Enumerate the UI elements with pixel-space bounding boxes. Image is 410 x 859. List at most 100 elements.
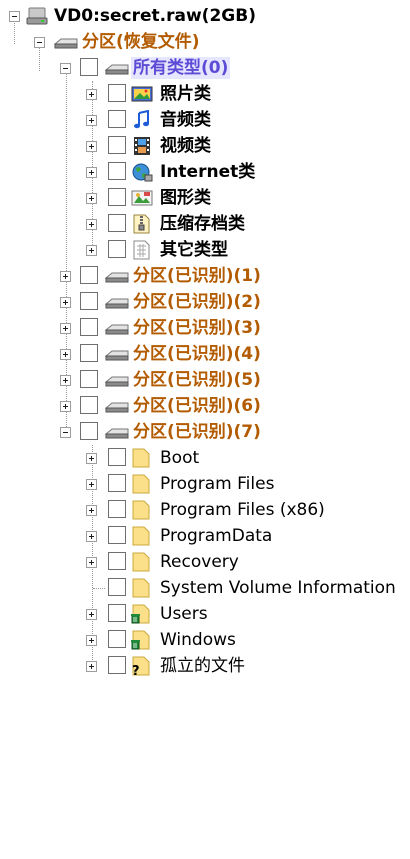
- expand-toggle[interactable]: [60, 297, 71, 308]
- photo-icon: [131, 86, 153, 102]
- expand-toggle[interactable]: [86, 609, 97, 620]
- deleted-folder-icon: [131, 630, 150, 650]
- checkbox[interactable]: [108, 474, 126, 492]
- checkbox[interactable]: [108, 448, 126, 466]
- checkbox[interactable]: [108, 162, 126, 180]
- tree-node-folder-users[interactable]: Users: [0, 601, 410, 627]
- checkbox[interactable]: [80, 422, 98, 440]
- expand-toggle[interactable]: [60, 375, 71, 386]
- checkbox[interactable]: [108, 552, 126, 570]
- tree-node-type-graphics[interactable]: 图形类: [0, 185, 410, 211]
- tree-node-folder-windows[interactable]: Windows: [0, 627, 410, 653]
- expand-toggle[interactable]: [60, 323, 71, 334]
- expand-toggle[interactable]: [86, 245, 97, 256]
- tree-node-folder-boot[interactable]: Boot: [0, 445, 410, 471]
- collapse-toggle[interactable]: [60, 63, 71, 74]
- checkbox[interactable]: [108, 604, 126, 622]
- expand-toggle[interactable]: [86, 89, 97, 100]
- tree-node-label: Program Files (x86): [160, 500, 325, 520]
- tree-node-partition-recovered[interactable]: 分区(恢复文件): [0, 29, 410, 55]
- tree-node-label: 音频类: [160, 110, 211, 130]
- drive-icon: [104, 64, 129, 75]
- tree-node-type-video[interactable]: 视频类: [0, 133, 410, 159]
- expand-toggle[interactable]: [86, 479, 97, 490]
- expand-toggle[interactable]: [86, 557, 97, 568]
- checkbox[interactable]: [108, 240, 126, 258]
- tree-node-partition-4[interactable]: 分区(已识别)(4): [0, 341, 410, 367]
- tree-node-label: Boot: [160, 448, 200, 468]
- tree-node-type-photo[interactable]: 照片类: [0, 81, 410, 107]
- checkbox[interactable]: [80, 344, 98, 362]
- checkbox[interactable]: [108, 630, 126, 648]
- collapse-toggle[interactable]: [34, 37, 45, 48]
- grid-file-icon: [133, 240, 150, 260]
- checkbox[interactable]: [108, 214, 126, 232]
- folder-icon: [132, 474, 150, 494]
- checkbox[interactable]: [108, 110, 126, 128]
- checkbox[interactable]: [80, 370, 98, 388]
- tree-node-all-types[interactable]: 所有类型(0): [0, 55, 410, 81]
- collapse-toggle[interactable]: [60, 427, 71, 438]
- tree-node-partition-6[interactable]: 分区(已识别)(6): [0, 393, 410, 419]
- tree-node-label: 分区(已识别)(6): [133, 396, 261, 416]
- tree-node-label: 视频类: [160, 136, 211, 156]
- tree-node-root[interactable]: VD0:secret.raw(2GB): [0, 3, 410, 29]
- tree-node-type-archive[interactable]: 压缩存档类: [0, 211, 410, 237]
- tree-node-partition-7[interactable]: 分区(已识别)(7): [0, 419, 410, 445]
- tree-node-partition-3[interactable]: 分区(已识别)(3): [0, 315, 410, 341]
- archive-icon: [133, 214, 150, 234]
- expand-toggle[interactable]: [60, 349, 71, 360]
- tree-node-folder-programdata[interactable]: ProgramData: [0, 523, 410, 549]
- tree-node-label: Recovery: [160, 552, 239, 572]
- checkbox[interactable]: [80, 396, 98, 414]
- tree-node-label: Internet类: [160, 162, 256, 182]
- deleted-folder-icon: [131, 604, 150, 624]
- tree-node-folder-recovery[interactable]: Recovery: [0, 549, 410, 575]
- film-icon: [134, 137, 150, 155]
- drive-icon: [104, 428, 129, 439]
- tree-node-folder-system-volume-information[interactable]: System Volume Information: [0, 575, 410, 601]
- expand-toggle[interactable]: [60, 271, 71, 282]
- tree-node-type-internet[interactable]: Internet类: [0, 159, 410, 185]
- tree-node-type-other[interactable]: 其它类型: [0, 237, 410, 263]
- checkbox[interactable]: [108, 188, 126, 206]
- expand-toggle[interactable]: [86, 505, 97, 516]
- expand-toggle[interactable]: [86, 115, 97, 126]
- drive-icon: [104, 350, 129, 361]
- tree-node-label: 其它类型: [160, 240, 228, 260]
- tree-node-folder-program-files-x86[interactable]: Program Files (x86): [0, 497, 410, 523]
- tree-node-folder-program-files[interactable]: Program Files: [0, 471, 410, 497]
- checkbox[interactable]: [108, 578, 126, 596]
- checkbox[interactable]: [108, 656, 126, 674]
- checkbox[interactable]: [80, 266, 98, 284]
- folder-icon: [132, 578, 150, 598]
- tree-node-label: Users: [160, 604, 208, 624]
- expand-toggle[interactable]: [86, 219, 97, 230]
- checkbox[interactable]: [108, 526, 126, 544]
- checkbox[interactable]: [80, 318, 98, 336]
- expand-toggle[interactable]: [86, 193, 97, 204]
- expand-toggle[interactable]: [86, 661, 97, 672]
- checkbox[interactable]: [80, 58, 98, 76]
- tree-node-partition-1[interactable]: 分区(已识别)(1): [0, 263, 410, 289]
- tree-node-type-audio[interactable]: 音频类: [0, 107, 410, 133]
- expand-toggle[interactable]: [86, 141, 97, 152]
- expand-toggle[interactable]: [86, 167, 97, 178]
- unknown-folder-icon: ?: [132, 656, 150, 676]
- tree-node-folder-orphaned-files[interactable]: ? 孤立的文件: [0, 653, 410, 679]
- tree-node-label: ProgramData: [160, 526, 273, 546]
- collapse-toggle[interactable]: [9, 11, 20, 22]
- checkbox[interactable]: [108, 84, 126, 102]
- expand-toggle[interactable]: [60, 401, 71, 412]
- image-icon: [131, 190, 153, 206]
- tree-node-partition-2[interactable]: 分区(已识别)(2): [0, 289, 410, 315]
- tree-node-label: 照片类: [160, 84, 211, 104]
- expand-toggle[interactable]: [86, 635, 97, 646]
- tree-node-partition-5[interactable]: 分区(已识别)(5): [0, 367, 410, 393]
- checkbox[interactable]: [108, 500, 126, 518]
- checkbox[interactable]: [108, 136, 126, 154]
- expand-toggle[interactable]: [86, 453, 97, 464]
- checkbox[interactable]: [80, 292, 98, 310]
- expand-toggle[interactable]: [86, 531, 97, 542]
- music-note-icon: [134, 110, 149, 129]
